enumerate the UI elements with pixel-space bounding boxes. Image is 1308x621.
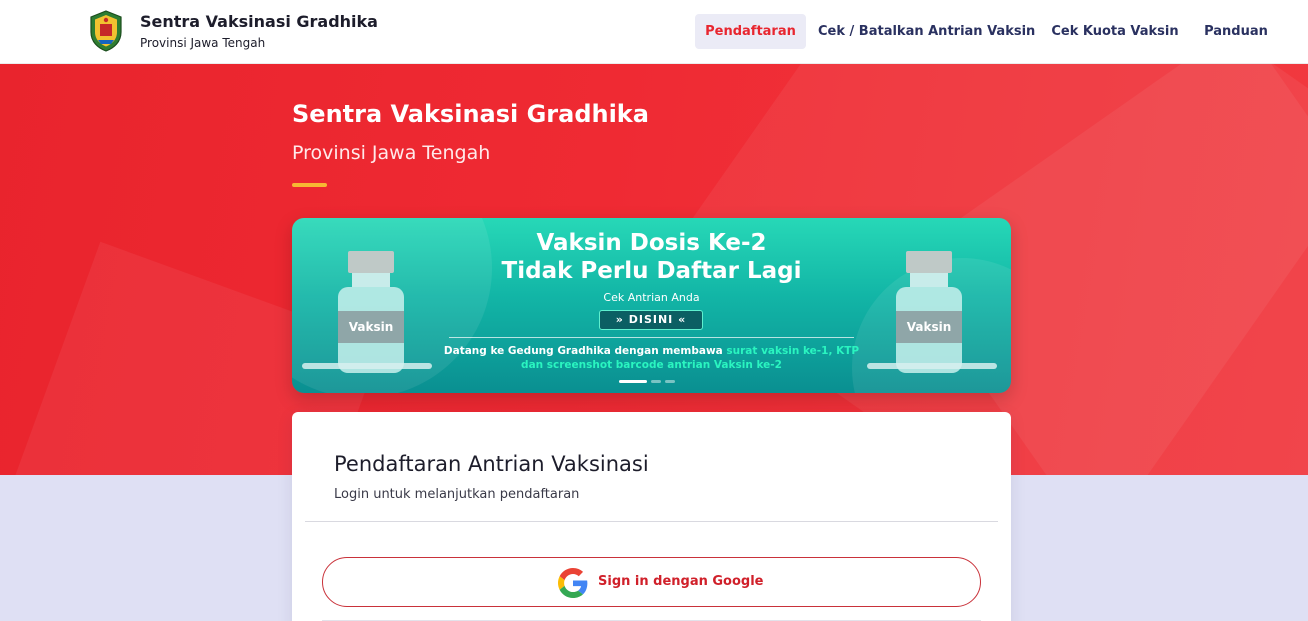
banner-button-label: DISINI: [628, 313, 674, 326]
banner-info-highlight: surat vaksin ke-1, KTP: [726, 345, 860, 357]
card-title: Pendaftaran Antrian Vaksinasi: [334, 452, 649, 476]
card-subtitle: Login untuk melanjutkan pendaftaran: [334, 487, 580, 502]
banner-divider: [449, 337, 854, 338]
brand-subtitle: Provinsi Jawa Tengah: [140, 36, 266, 50]
carousel-indicators: [619, 368, 679, 387]
vial-label: Vaksin: [338, 311, 404, 343]
banner-title-line2: Tidak Perlu Daftar Lagi: [501, 258, 802, 284]
google-sign-in-label: Sign in dengan Google: [598, 574, 764, 589]
hero-subtitle: Provinsi Jawa Tengah: [292, 142, 491, 164]
registration-card: Pendaftaran Antrian Vaksinasi Login untu…: [292, 412, 1011, 621]
brand-title: Sentra Vaksinasi Gradhika: [140, 12, 378, 31]
vial-label: Vaksin: [896, 311, 962, 343]
hero-title: Sentra Vaksinasi Gradhika: [292, 100, 649, 128]
google-g-icon: [558, 568, 588, 598]
province-crest-icon[interactable]: [88, 10, 124, 52]
nav-item-cek-kuota[interactable]: Cek Kuota Vaksin: [1050, 14, 1180, 49]
card-divider: [305, 521, 998, 522]
banner-info-line1: Datang ke Gedung Gradhika dengan membawa…: [292, 345, 1011, 357]
nav-item-cek-batalkan-antrian[interactable]: Cek / Batalkan Antrian Vaksin: [818, 14, 1035, 49]
nav-item-pendaftaran[interactable]: Pendaftaran: [695, 14, 806, 49]
banner-small-text: Cek Antrian Anda: [603, 291, 700, 304]
google-sign-in-button[interactable]: Sign in dengan Google: [322, 557, 981, 607]
banner-title-line1: Vaksin Dosis Ke-2: [536, 230, 767, 256]
banner-info-plain: Datang ke Gedung Gradhika dengan membawa: [443, 345, 727, 357]
carousel-dot[interactable]: [651, 380, 661, 383]
carousel-dot[interactable]: [619, 380, 647, 383]
banner-disini-button[interactable]: » DISINI «: [599, 310, 703, 330]
promo-banner[interactable]: Vaksin Vaksin Vaksin Dosis Ke-2 Tidak Pe…: [292, 218, 1011, 393]
nav-item-panduan[interactable]: Panduan: [1198, 14, 1274, 49]
top-navbar: Sentra Vaksinasi Gradhika Provinsi Jawa …: [0, 0, 1308, 64]
carousel-dot[interactable]: [665, 380, 675, 383]
hero-accent-line: [292, 183, 327, 187]
